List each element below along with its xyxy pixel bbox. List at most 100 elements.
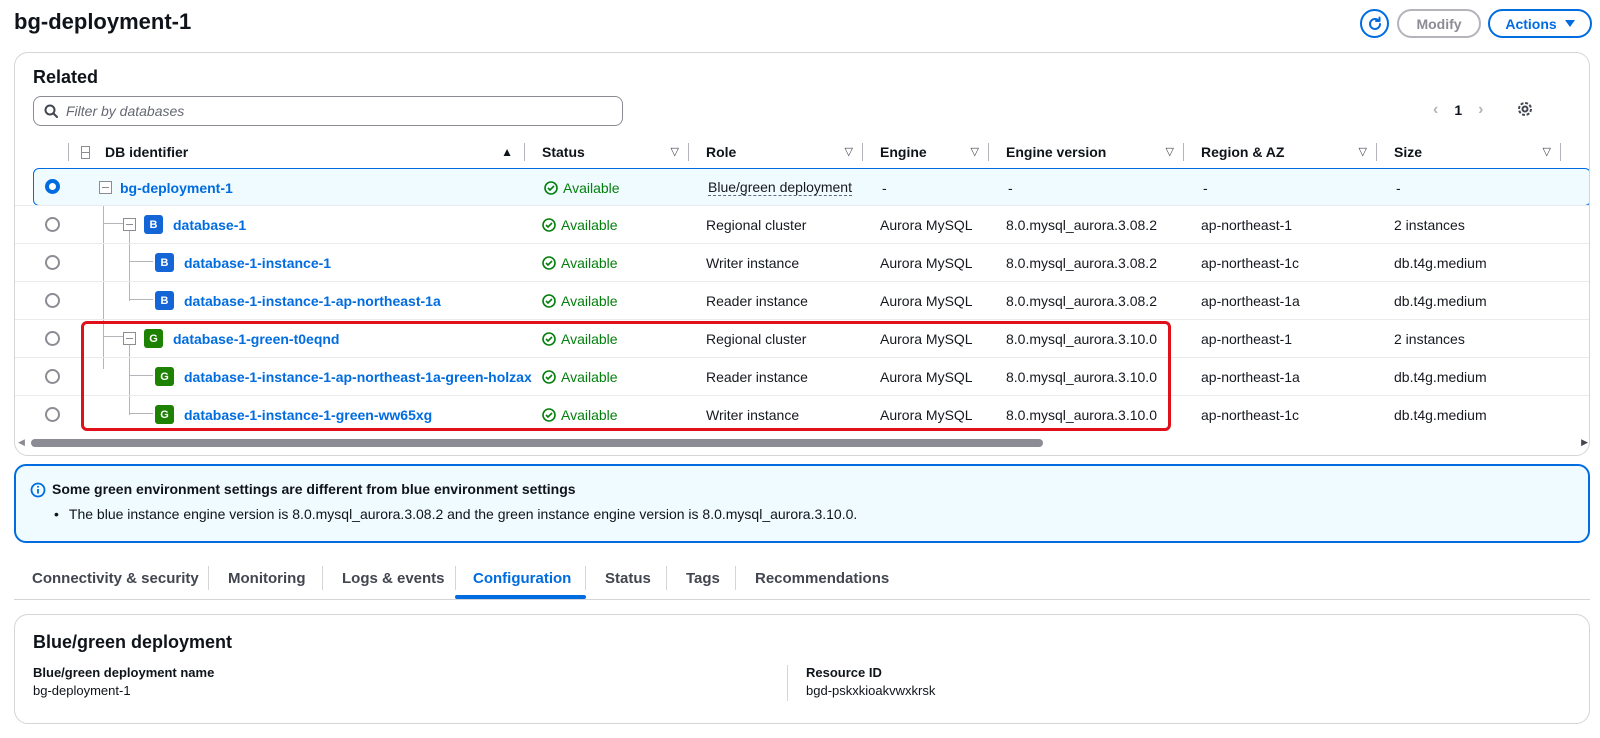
table-row[interactable]: G database-1-instance-1-green-ww65xg Ava… — [15, 395, 1589, 433]
alert-title: Some green environment settings are diff… — [52, 481, 576, 497]
gear-icon[interactable] — [1517, 101, 1533, 117]
refresh-icon — [1368, 16, 1381, 30]
engine-text: Aurora MySQL — [880, 292, 973, 309]
blue-tag-icon: B — [155, 291, 174, 310]
scroll-thumb[interactable] — [31, 439, 1043, 447]
green-tag-icon: G — [155, 367, 174, 386]
role-text: Writer instance — [706, 254, 800, 271]
tab-connectivity[interactable]: Connectivity & security — [32, 558, 199, 599]
horizontal-scrollbar[interactable]: ◀ ▶ — [15, 436, 1589, 450]
status-badge: Available — [542, 206, 618, 243]
tab-monitoring[interactable]: Monitoring — [228, 558, 305, 599]
role-text[interactable]: Blue/green deployment — [708, 179, 852, 196]
filter-input[interactable] — [66, 103, 606, 119]
actions-label: Actions — [1505, 15, 1557, 32]
scroll-right-icon[interactable]: ▶ — [1581, 437, 1588, 448]
table-row[interactable]: B database-1-instance-1-ap-northeast-1a … — [15, 281, 1589, 319]
engine-version-text: 8.0.mysql_aurora.3.10.0 — [1006, 368, 1157, 385]
col-engine[interactable]: Engine ▽ — [863, 137, 989, 167]
check-circle-icon — [542, 331, 556, 346]
db-identifier-link[interactable]: bg-deployment-1 — [120, 180, 233, 196]
engine-version-text: 8.0.mysql_aurora.3.10.0 — [1006, 406, 1157, 423]
status-badge: Available — [542, 282, 618, 319]
check-circle-icon — [542, 255, 556, 270]
tab-recommendations[interactable]: Recommendations — [755, 558, 889, 599]
row-radio[interactable] — [45, 255, 60, 270]
db-identifier-link[interactable]: database-1-green-t0eqnd — [173, 331, 339, 347]
refresh-button[interactable] — [1360, 9, 1389, 38]
check-circle-icon — [544, 180, 558, 195]
filter-box[interactable] — [33, 96, 623, 126]
tab-configuration[interactable]: Configuration — [473, 558, 571, 599]
region-text: ap-northeast-1a — [1201, 292, 1300, 309]
col-header-label: Status — [542, 144, 585, 160]
alert-body: • The blue instance engine version is 8.… — [54, 506, 857, 522]
row-radio[interactable] — [45, 369, 60, 384]
db-identifier-link[interactable]: database-1-instance-1-green-ww65xg — [184, 407, 432, 423]
table-row[interactable]: bg-deployment-1 Available Blue/green dep… — [33, 168, 1589, 206]
engine-version-text: 8.0.mysql_aurora.3.08.2 — [1006, 216, 1157, 233]
collapse-all-icon[interactable] — [81, 145, 90, 159]
blue-tag-icon: B — [144, 215, 163, 234]
resource-id-value: bgd-pskxkioakvwxkrsk — [806, 683, 936, 698]
modify-button[interactable]: Modify — [1397, 9, 1481, 38]
col-header-label: Region & AZ — [1201, 144, 1285, 160]
col-region[interactable]: Region & AZ ▽ — [1184, 137, 1377, 167]
row-radio[interactable] — [45, 331, 60, 346]
next-page-icon[interactable]: › — [1478, 101, 1483, 119]
db-identifier-link[interactable]: database-1 — [173, 217, 246, 233]
deployment-name-value: bg-deployment-1 — [33, 683, 131, 698]
row-radio[interactable] — [45, 217, 60, 232]
table-row[interactable]: B database-1-instance-1 Available Writer… — [15, 243, 1589, 281]
status-badge: Available — [542, 244, 618, 281]
role-text: Reader instance — [706, 292, 808, 309]
related-panel: Related ‹ 1 › DB identifier ▲ Status ▽ R… — [14, 52, 1590, 456]
prev-page-icon[interactable]: ‹ — [1433, 101, 1438, 119]
engine-text: Aurora MySQL — [880, 406, 973, 423]
collapse-icon[interactable] — [123, 218, 136, 231]
engine-text: Aurora MySQL — [880, 330, 973, 347]
deployment-name-label: Blue/green deployment name — [33, 665, 215, 680]
info-alert: Some green environment settings are diff… — [14, 464, 1590, 543]
engine-version-text: 8.0.mysql_aurora.3.10.0 — [1006, 330, 1157, 347]
size-text: db.t4g.medium — [1394, 368, 1487, 385]
search-icon — [44, 104, 58, 118]
col-header-label: Size — [1394, 144, 1423, 160]
col-size[interactable]: Size ▽ — [1377, 137, 1561, 167]
section-title: Blue/green deployment — [33, 632, 233, 652]
tab-tags[interactable]: Tags — [686, 558, 720, 599]
role-text: Regional cluster — [706, 330, 807, 347]
col-engine-version[interactable]: Engine version ▽ — [989, 137, 1184, 167]
col-status[interactable]: Status ▽ — [525, 137, 689, 167]
check-circle-icon — [542, 217, 556, 232]
db-identifier-link[interactable]: database-1-instance-1-ap-northeast-1a-gr… — [184, 369, 532, 385]
table-row[interactable]: B database-1 Available Regional cluster … — [15, 205, 1589, 243]
info-icon — [30, 482, 46, 498]
table-row[interactable]: G database-1-instance-1-ap-northeast-1a-… — [15, 357, 1589, 395]
region-text: ap-northeast-1a — [1201, 368, 1300, 385]
table-row[interactable]: G database-1-green-t0eqnd Available Regi… — [15, 319, 1589, 357]
pagination: ‹ 1 › — [1433, 101, 1483, 119]
collapse-icon[interactable] — [123, 332, 136, 345]
related-title: Related — [33, 67, 99, 87]
col-db-identifier[interactable]: DB identifier ▲ — [105, 137, 525, 167]
tab-status[interactable]: Status — [605, 558, 651, 599]
tab-logs-events[interactable]: Logs & events — [342, 558, 445, 599]
role-text: Regional cluster — [706, 216, 807, 233]
collapse-icon[interactable] — [99, 181, 112, 194]
size-text: db.t4g.medium — [1394, 292, 1487, 309]
scroll-left-icon[interactable]: ◀ — [18, 437, 25, 448]
col-role[interactable]: Role ▽ — [689, 137, 863, 167]
row-radio[interactable] — [45, 293, 60, 308]
active-tab-indicator — [455, 595, 586, 599]
db-identifier-link[interactable]: database-1-instance-1-ap-northeast-1a — [184, 293, 441, 309]
row-radio[interactable] — [45, 407, 60, 422]
status-badge: Available — [542, 396, 618, 433]
caret-down-icon — [1564, 19, 1575, 27]
db-identifier-link[interactable]: database-1-instance-1 — [184, 255, 331, 271]
engine-version-text: - — [1008, 179, 1013, 196]
page-number[interactable]: 1 — [1454, 102, 1462, 118]
check-circle-icon — [542, 369, 556, 384]
actions-button[interactable]: Actions — [1488, 9, 1592, 38]
row-radio[interactable] — [45, 179, 60, 194]
